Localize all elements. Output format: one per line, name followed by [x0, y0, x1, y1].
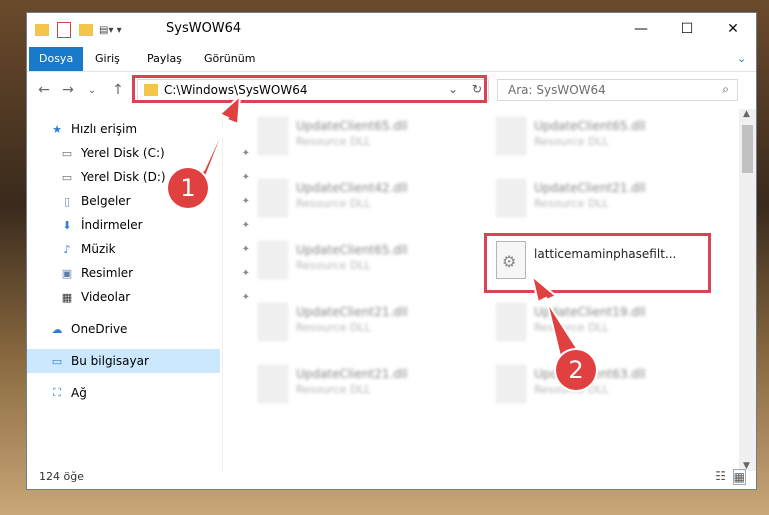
arrow-1: [189, 93, 242, 181]
annotation-arrows: [189, 93, 580, 366]
step-badge-2: 2: [556, 350, 596, 390]
step-badge-1: 1: [168, 168, 208, 208]
